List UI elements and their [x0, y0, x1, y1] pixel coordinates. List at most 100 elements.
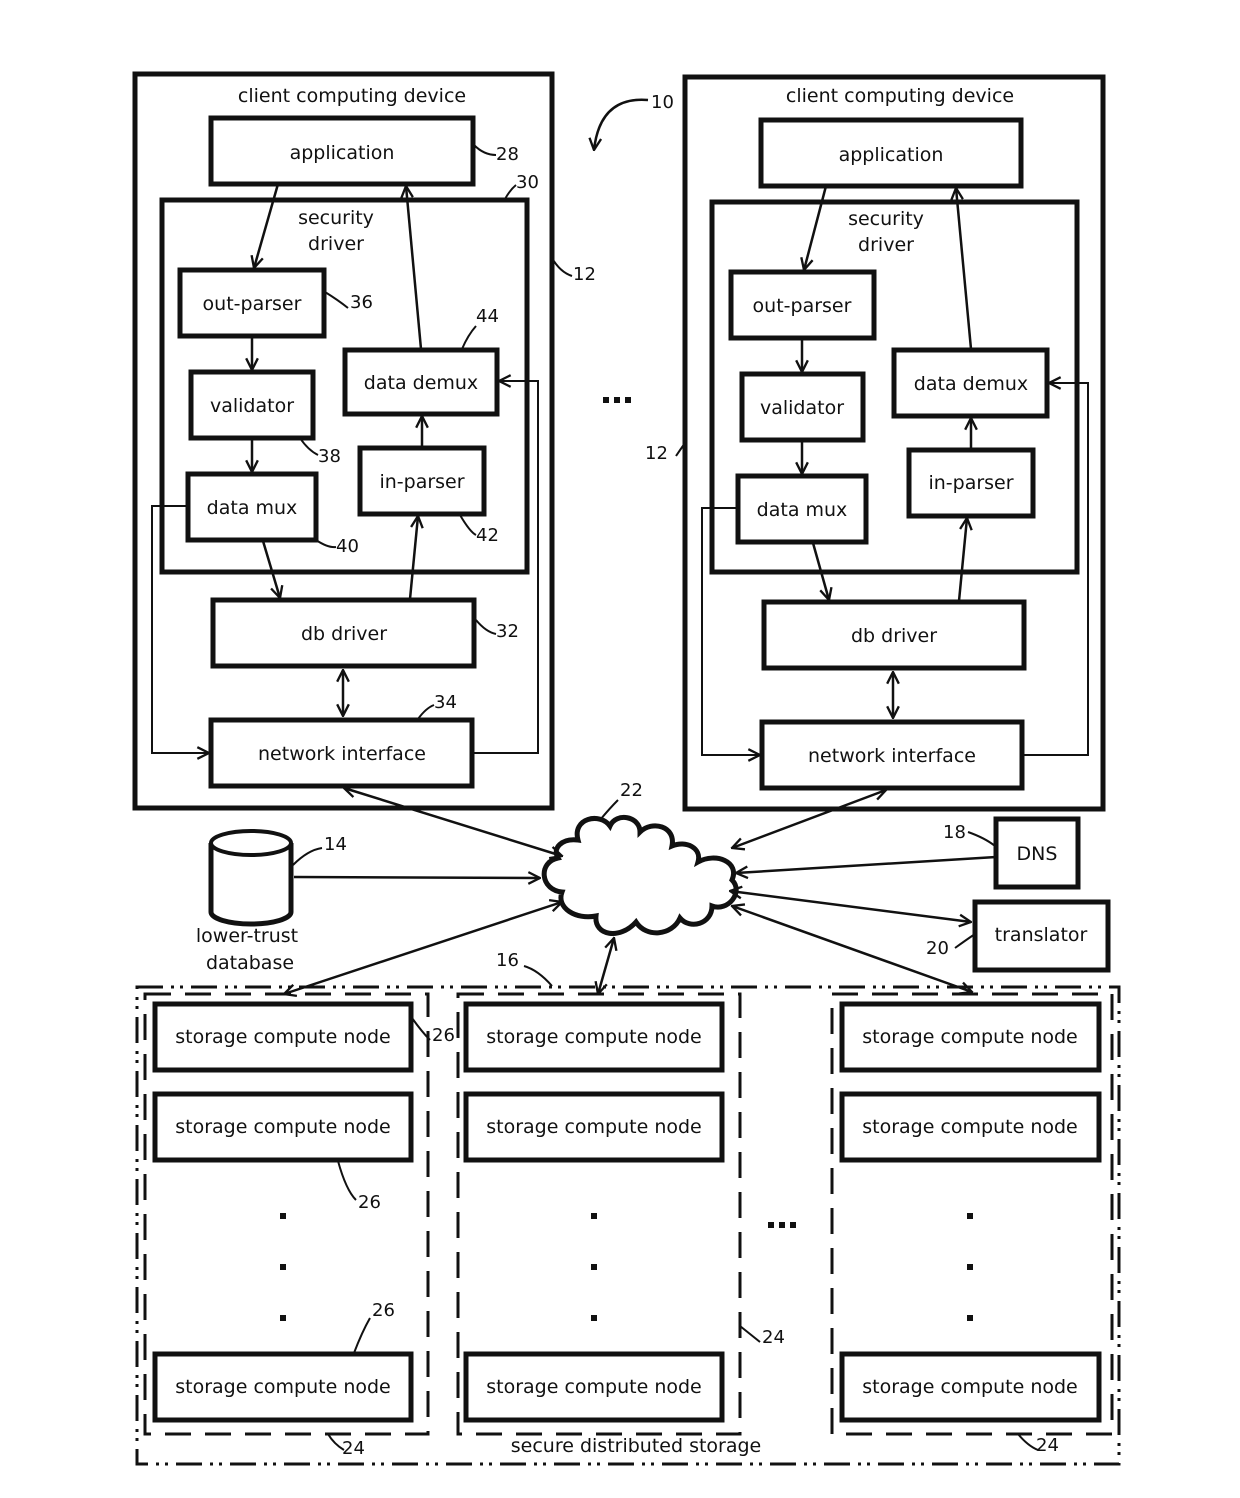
dns-label: DNS — [1017, 843, 1058, 865]
storage-columns-ellipsis — [768, 1222, 796, 1228]
ref-storage-node: 26 — [372, 1300, 395, 1321]
ref-security-driver: 30 — [516, 172, 539, 193]
ref-leader — [954, 933, 976, 949]
database-label-line2: database — [206, 952, 294, 974]
vertical-ellipsis — [591, 1213, 597, 1321]
vertical-ellipsis — [280, 1213, 286, 1321]
devices-ellipsis — [603, 397, 631, 403]
storage-node[interactable]: storage compute node — [152, 1091, 414, 1163]
translator-box[interactable]: translator — [972, 899, 1111, 973]
storage-node[interactable]: storage compute node — [152, 1001, 414, 1073]
network-interface-box[interactable]: network interface — [208, 717, 475, 789]
client-device-right: client computing device 12 application s… — [645, 74, 1106, 812]
ref-client-device: 12 — [573, 264, 596, 285]
db-driver-label: db driver — [851, 625, 937, 647]
data-demux-box[interactable]: data demux — [891, 347, 1050, 419]
client-device-left: client computing device 12 application 2… — [132, 71, 596, 811]
ref-leader — [473, 144, 497, 156]
storage-node-label: storage compute node — [486, 1116, 702, 1138]
storage-label: secure distributed storage — [511, 1435, 762, 1457]
storage-node[interactable]: storage compute node — [152, 1351, 414, 1423]
storage-node[interactable]: storage compute node — [839, 1351, 1102, 1423]
ref-storage: 16 — [496, 950, 519, 971]
network-cloud[interactable] — [541, 815, 739, 936]
ref-leader — [461, 325, 477, 350]
security-driver-label-line1: security — [848, 208, 924, 230]
network-interface-box[interactable]: network interface — [759, 719, 1025, 791]
data-demux-box[interactable]: data demux — [342, 347, 500, 417]
db-driver-label: db driver — [301, 623, 387, 645]
ref-leader — [551, 257, 573, 277]
data-mux-label: data mux — [207, 497, 298, 519]
arrow-datademux-to-app — [956, 188, 973, 350]
ref-leader — [315, 539, 337, 549]
ref-translator: 20 — [926, 938, 949, 959]
ref-leader — [353, 1317, 371, 1354]
storage-node-label: storage compute node — [862, 1026, 1078, 1048]
dns-box[interactable]: DNS — [993, 816, 1081, 890]
application-label: application — [839, 144, 944, 166]
application-box[interactable]: application — [758, 117, 1024, 189]
ref-leader — [411, 1017, 431, 1041]
network-interface-label: network interface — [808, 745, 976, 767]
ref-system: 10 — [651, 92, 674, 113]
arrow-datademux-to-app — [406, 186, 423, 350]
ref-leader — [967, 831, 996, 847]
storage-node[interactable]: storage compute node — [839, 1001, 1102, 1073]
in-parser-label: in-parser — [379, 471, 464, 493]
arrow-app-to-outparser — [804, 185, 828, 270]
security-driver-label-line2: driver — [308, 233, 364, 255]
ref-data-demux: 44 — [476, 306, 499, 327]
storage-node[interactable]: storage compute node — [463, 1091, 725, 1163]
ref-database: 14 — [324, 834, 347, 855]
ref-leader — [523, 965, 553, 987]
arrow-dbdriver-to-inparser — [957, 518, 967, 602]
arrow-dbdriver-to-inparser — [408, 516, 418, 600]
db-driver-box[interactable]: db driver — [210, 597, 477, 669]
application-label: application — [290, 142, 395, 164]
vertical-ellipsis — [967, 1213, 973, 1321]
cloud-icon — [541, 815, 739, 936]
ref-client-device: 12 — [645, 443, 668, 464]
storage-node-label: storage compute node — [486, 1026, 702, 1048]
data-mux-box[interactable]: data mux — [185, 471, 319, 543]
storage-node[interactable]: storage compute node — [463, 1001, 725, 1073]
database-label-line1: lower-trust — [196, 925, 298, 947]
ref-storage-node: 26 — [358, 1192, 381, 1213]
ref-dns: 18 — [943, 822, 966, 843]
ref-leader — [337, 1160, 357, 1201]
data-mux-label: data mux — [757, 499, 848, 521]
storage-node-label: storage compute node — [175, 1376, 391, 1398]
in-parser-box[interactable]: in-parser — [906, 447, 1036, 519]
ref-storage-group: 24 — [342, 1438, 365, 1459]
db-driver-box[interactable]: db driver — [761, 599, 1027, 671]
in-parser-box[interactable]: in-parser — [357, 445, 487, 517]
out-parser-box[interactable]: out-parser — [177, 267, 327, 339]
ref-leader — [739, 1325, 761, 1343]
ref-leader — [324, 291, 349, 309]
out-parser-label: out-parser — [203, 293, 302, 315]
ref-data-mux: 40 — [336, 536, 359, 557]
out-parser-label: out-parser — [753, 295, 852, 317]
arrow-left-device-cloud — [344, 788, 562, 856]
validator-label: validator — [210, 395, 294, 417]
client-device-title: client computing device — [786, 85, 1014, 107]
ref-storage-group: 24 — [762, 1327, 785, 1348]
ref-leader — [475, 619, 497, 635]
ref-network: 22 — [620, 780, 643, 801]
ref-validator: 38 — [318, 446, 341, 467]
ref-application: 28 — [496, 144, 519, 165]
arrow-cloud-storage-left — [284, 902, 562, 994]
validator-box[interactable]: validator — [188, 369, 316, 441]
lower-trust-database[interactable]: lower-trust database — [196, 829, 298, 974]
storage-node[interactable]: storage compute node — [463, 1351, 725, 1423]
ref-leader — [417, 704, 435, 720]
ref-in-parser: 42 — [476, 525, 499, 546]
application-box[interactable]: application — [208, 115, 476, 187]
validator-box[interactable]: validator — [739, 371, 866, 443]
in-parser-label: in-parser — [928, 472, 1013, 494]
storage-node[interactable]: storage compute node — [839, 1091, 1102, 1163]
out-parser-box[interactable]: out-parser — [728, 269, 877, 341]
ref-leader — [1017, 1433, 1039, 1451]
data-mux-box[interactable]: data mux — [735, 473, 869, 545]
